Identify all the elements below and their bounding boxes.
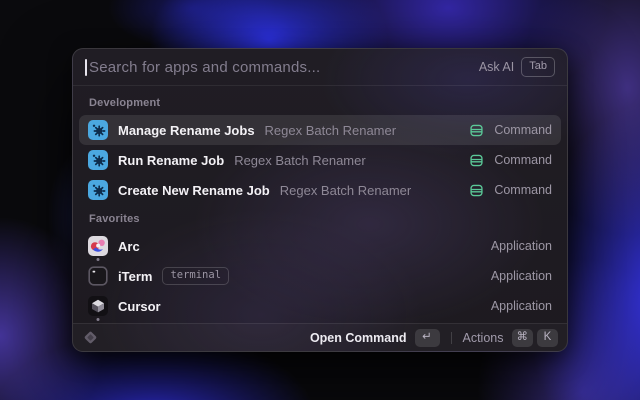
k-key-badge: K bbox=[537, 329, 558, 347]
iterm-app-icon bbox=[88, 266, 108, 286]
command-icon bbox=[469, 123, 484, 138]
results-list: Development Manage Rename Jobs Regex Bat… bbox=[73, 86, 567, 323]
list-item[interactable]: Arc Application bbox=[79, 231, 561, 261]
list-item[interactable]: Create New Rename Job Regex Batch Rename… bbox=[79, 175, 561, 205]
list-item-type: Command bbox=[494, 153, 552, 167]
search-bar: Search for apps and commands... Ask AI T… bbox=[73, 49, 567, 86]
return-key-badge: ↵ bbox=[415, 329, 440, 347]
list-item-subtitle: Regex Batch Renamer bbox=[234, 153, 366, 168]
list-item-subtitle: Regex Batch Renamer bbox=[265, 123, 397, 138]
running-indicator bbox=[97, 258, 100, 261]
keyword-badge: terminal bbox=[162, 267, 229, 285]
regex-batch-renamer-icon bbox=[88, 180, 108, 200]
running-indicator bbox=[97, 318, 100, 321]
regex-batch-renamer-icon bbox=[88, 150, 108, 170]
actions-button[interactable]: Actions bbox=[463, 331, 504, 345]
regex-batch-renamer-icon bbox=[88, 120, 108, 140]
list-item[interactable]: Run Rename Job Regex Batch Renamer Comma… bbox=[79, 145, 561, 175]
text-cursor bbox=[85, 59, 87, 76]
tab-key-badge: Tab bbox=[521, 57, 555, 77]
list-item-title: iTerm bbox=[118, 269, 152, 284]
ask-ai-action[interactable]: Ask AI Tab bbox=[479, 57, 555, 77]
command-icon bbox=[469, 183, 484, 198]
list-item[interactable]: Manage Rename Jobs Regex Batch Renamer C… bbox=[79, 115, 561, 145]
list-item-title: Cursor bbox=[118, 299, 161, 314]
list-item-title: Manage Rename Jobs bbox=[118, 123, 255, 138]
cmd-key-badge: ⌘ bbox=[512, 329, 534, 347]
list-item-type: Command bbox=[494, 183, 552, 197]
list-item-type: Command bbox=[494, 123, 552, 137]
command-icon bbox=[469, 153, 484, 168]
list-item-title: Create New Rename Job bbox=[118, 183, 270, 198]
list-item[interactable]: iTerm terminal Application bbox=[79, 261, 561, 291]
section-header-favorites: Favorites bbox=[79, 205, 561, 231]
ask-ai-label: Ask AI bbox=[479, 60, 514, 74]
arc-app-icon bbox=[88, 236, 108, 256]
footer-divider bbox=[451, 332, 452, 344]
cursor-app-icon bbox=[88, 296, 108, 316]
list-item-title: Arc bbox=[118, 239, 140, 254]
list-item-title: Run Rename Job bbox=[118, 153, 224, 168]
list-item-type: Application bbox=[491, 239, 552, 253]
section-header-development: Development bbox=[79, 89, 561, 115]
action-bar: Open Command ↵ Actions ⌘ K bbox=[73, 323, 567, 351]
list-item-type: Application bbox=[491, 269, 552, 283]
list-item-subtitle: Regex Batch Renamer bbox=[280, 183, 412, 198]
list-item-type: Application bbox=[491, 299, 552, 313]
raycast-logo-icon bbox=[82, 329, 99, 346]
list-item[interactable]: Cursor Application bbox=[79, 291, 561, 321]
search-input[interactable]: Search for apps and commands... bbox=[89, 59, 479, 76]
open-command-button[interactable]: Open Command bbox=[310, 331, 407, 345]
launcher-window: Search for apps and commands... Ask AI T… bbox=[72, 48, 568, 352]
